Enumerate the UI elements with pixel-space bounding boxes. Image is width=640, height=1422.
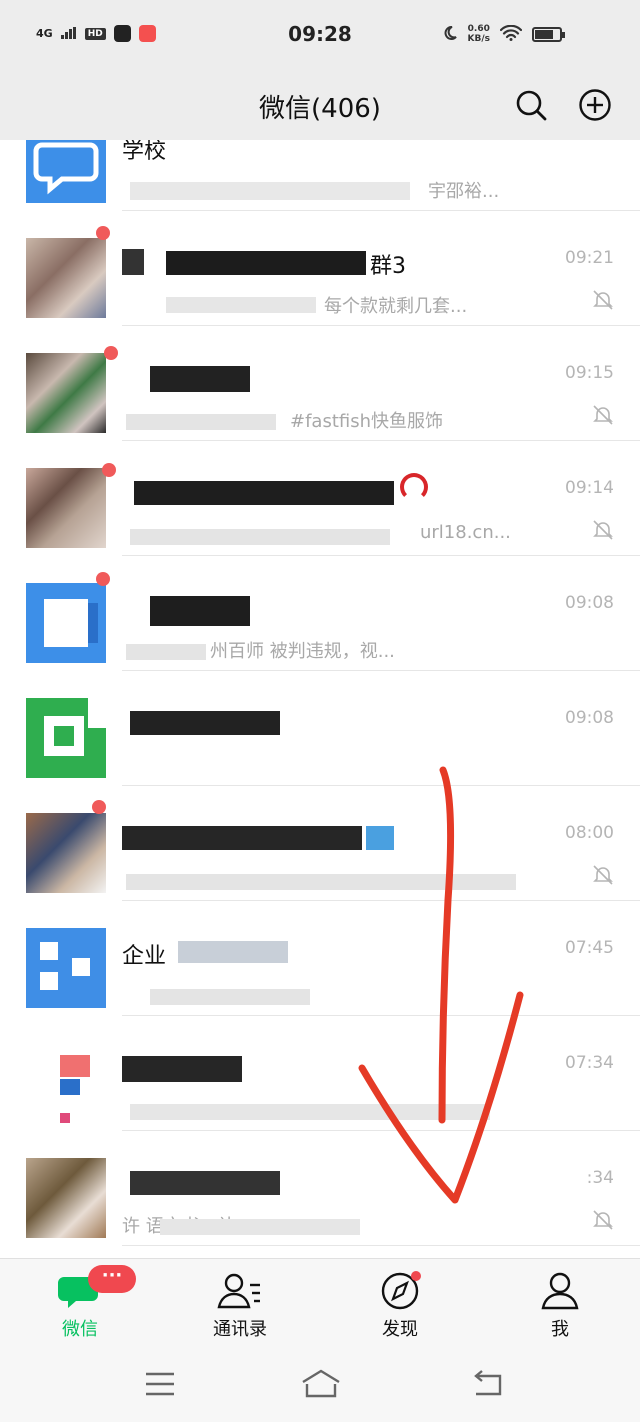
status-bar: 4G HD 09:28 0.60 KB/s xyxy=(0,0,640,72)
add-button[interactable] xyxy=(578,88,612,122)
chat-time: 09:08 xyxy=(565,593,614,613)
person-icon xyxy=(541,1272,579,1310)
chat-list[interactable]: 学校 宇邵裕... 群3 每个款就剩几套... 09:21 #fastfish快… xyxy=(0,140,640,1258)
net-speed-value: 0.60 xyxy=(467,24,490,34)
status-right: 0.60 KB/s xyxy=(442,24,565,44)
avatar xyxy=(26,1043,106,1123)
tab-bar: ··· 微信 通讯录 发现 我 xyxy=(0,1258,640,1347)
chat-row[interactable]: 群 url18.cn... 09:14 xyxy=(0,441,640,556)
avatar xyxy=(26,353,106,433)
chat-name: 学校 xyxy=(122,140,167,164)
chat-row[interactable]: 群3 每个款就剩几套... 09:21 xyxy=(0,211,640,326)
home-button[interactable] xyxy=(300,1368,342,1400)
avatar xyxy=(26,698,106,778)
tab-label: 通讯录 xyxy=(213,1319,267,1340)
tab-label: 微信 xyxy=(62,1319,98,1340)
chat-time: 09:08 xyxy=(565,708,614,728)
avatar xyxy=(26,583,106,663)
contacts-icon xyxy=(217,1273,260,1309)
chat-time: 09:15 xyxy=(565,363,614,383)
chat-preview: 州百师 被判违规，视... xyxy=(210,641,395,662)
chat-preview: url18.cn... xyxy=(420,522,511,543)
menu-icon xyxy=(146,1372,174,1396)
system-nav-bar xyxy=(0,1346,640,1422)
wifi-icon xyxy=(499,24,523,44)
mute-icon xyxy=(592,864,614,886)
tab-discover[interactable]: 发现 xyxy=(320,1259,480,1347)
avatar xyxy=(26,468,106,548)
tab-chats[interactable]: ··· 微信 xyxy=(0,1259,160,1347)
net-speed: 0.60 KB/s xyxy=(468,24,490,44)
back-button[interactable] xyxy=(470,1368,506,1400)
chat-row[interactable]: 09:08 xyxy=(0,671,640,786)
mute-icon xyxy=(592,1209,614,1231)
search-icon xyxy=(516,90,547,121)
search-button[interactable] xyxy=(514,88,548,122)
tab-me[interactable]: 我 xyxy=(480,1259,640,1347)
chat-row[interactable]: 企业 07:45 xyxy=(0,901,640,1016)
chat-time: 07:34 xyxy=(565,1053,614,1073)
tab-contacts[interactable]: 通讯录 xyxy=(160,1259,320,1347)
home-icon xyxy=(302,1369,340,1398)
chat-row[interactable]: 州百师 被判违规，视... 09:08 xyxy=(0,556,640,671)
chat-row[interactable]: 许 语文书、补... :34 xyxy=(0,1131,640,1246)
app-header: 微信(406) xyxy=(0,72,640,140)
unread-badge: ··· xyxy=(88,1265,136,1293)
chat-preview: 宇邵裕... xyxy=(428,181,500,202)
chat-name: 群3 xyxy=(370,254,406,279)
mute-icon xyxy=(592,404,614,426)
chat-time: 08:00 xyxy=(565,823,614,843)
mute-icon xyxy=(592,519,614,541)
chat-row[interactable]: 群 08:00 xyxy=(0,786,640,901)
back-icon xyxy=(474,1370,502,1396)
chat-row[interactable]: 07:34 xyxy=(0,1016,640,1131)
menu-button[interactable] xyxy=(142,1368,178,1400)
avatar xyxy=(26,140,106,203)
tab-label: 我 xyxy=(551,1319,569,1340)
tab-label: 发现 xyxy=(382,1319,418,1340)
chat-time: 09:21 xyxy=(565,248,614,268)
net-speed-unit: KB/s xyxy=(467,34,490,44)
plus-circle-icon xyxy=(579,89,611,121)
avatar xyxy=(26,1158,106,1238)
chat-time: 09:14 xyxy=(565,478,614,498)
avatar xyxy=(26,238,106,318)
chat-time: :34 xyxy=(586,1168,614,1188)
battery-icon xyxy=(532,26,565,42)
avatar xyxy=(26,928,106,1008)
chat-time: 07:45 xyxy=(565,938,614,958)
chat-preview: #fastfish快鱼服饰 xyxy=(290,411,444,432)
compass-icon xyxy=(381,1271,421,1310)
chat-preview: 每个款就剩几套... xyxy=(324,296,468,317)
chat-row[interactable]: 学校 宇邵裕... xyxy=(0,140,640,211)
avatar xyxy=(26,813,106,893)
mute-icon xyxy=(592,289,614,311)
moon-icon xyxy=(442,25,458,44)
chat-name: 企业 xyxy=(122,944,167,969)
chat-row[interactable]: #fastfish快鱼服饰 09:15 xyxy=(0,326,640,441)
